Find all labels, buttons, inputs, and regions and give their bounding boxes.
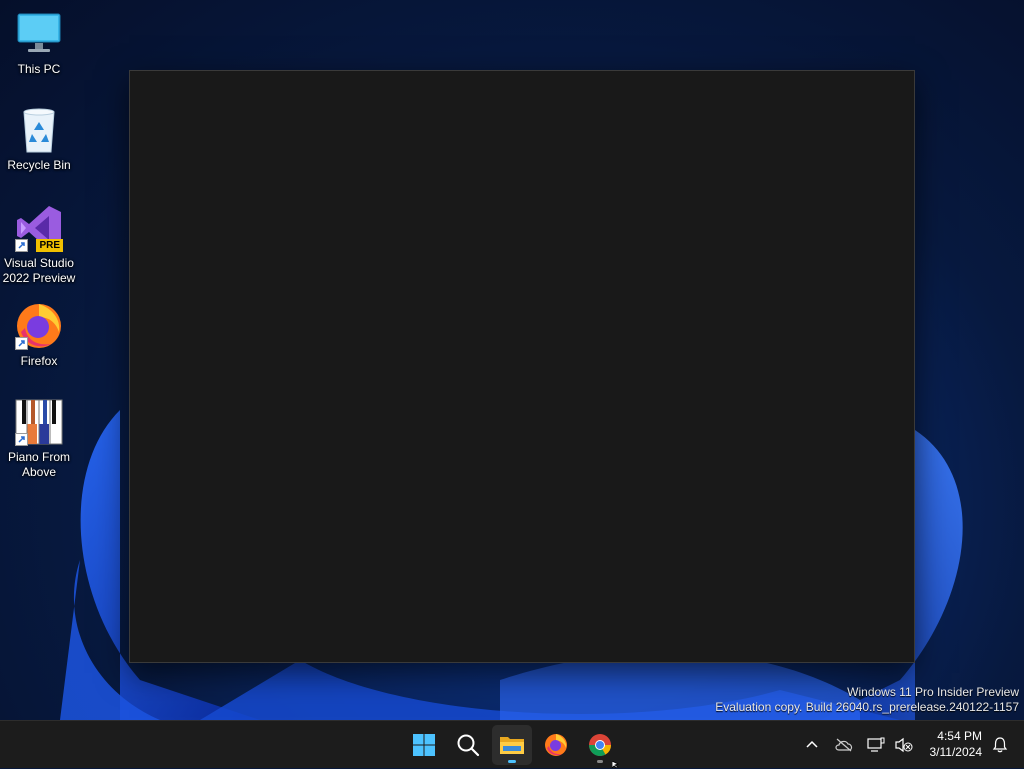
evaluation-watermark: Windows 11 Pro Insider Preview Evaluatio… <box>715 685 1019 715</box>
desktop-icon-label: Visual Studio 2022 Preview <box>2 256 76 285</box>
recycle-bin-icon <box>15 106 63 154</box>
desktop-icon-this-pc[interactable]: This PC <box>0 10 78 77</box>
chevron-up-icon <box>806 740 818 748</box>
desktop-icon-firefox[interactable]: Firefox <box>0 302 78 369</box>
show-hidden-icons-button[interactable] <box>798 731 826 759</box>
network-icon <box>867 737 885 752</box>
search-icon <box>457 734 480 757</box>
taskbar-firefox[interactable] <box>536 725 576 765</box>
desktop-icon-recycle-bin[interactable]: Recycle Bin <box>0 106 78 173</box>
taskbar-chrome[interactable] <box>580 725 620 765</box>
onedrive-icon <box>835 738 853 752</box>
system-tray <box>798 721 918 769</box>
volume-tray-button[interactable] <box>890 731 918 759</box>
piano-icon <box>15 398 63 446</box>
volume-muted-icon <box>895 737 913 753</box>
firefox-icon <box>15 302 63 350</box>
network-tray-button[interactable] <box>862 731 890 759</box>
desktop-icon-label: Piano From Above <box>7 450 71 479</box>
watermark-build: Evaluation copy. Build 26040.rs_prerelea… <box>715 700 1019 714</box>
shortcut-arrow-icon <box>15 337 28 350</box>
chrome-icon <box>589 734 611 756</box>
taskbar-file-explorer[interactable] <box>492 725 532 765</box>
windows-start-icon <box>413 734 435 756</box>
clock-time: 4:54 PM <box>937 729 982 743</box>
start-button[interactable] <box>404 725 444 765</box>
desktop-icon-label: This PC <box>17 62 61 76</box>
clock-date: 3/11/2024 <box>929 745 983 759</box>
taskbar-clock[interactable]: 4:54 PM 3/11/2024 <box>930 728 983 760</box>
watermark-edition: Windows 11 Pro Insider Preview <box>847 685 1019 699</box>
blank-app-window[interactable] <box>129 70 915 663</box>
shortcut-arrow-icon <box>15 239 28 252</box>
desktop-icon-piano-from-above[interactable]: Piano From Above <box>0 398 78 480</box>
search-button[interactable] <box>448 725 488 765</box>
mouse-cursor-icon <box>612 761 620 768</box>
preview-badge: PRE <box>36 239 63 252</box>
desktop-icon-label: Firefox <box>20 354 58 368</box>
running-indicator <box>597 760 603 763</box>
desktop-icon-visual-studio[interactable]: PRE Visual Studio 2022 Preview <box>0 204 78 286</box>
monitor-icon <box>15 10 63 58</box>
file-explorer-icon <box>500 737 524 754</box>
visual-studio-icon: PRE <box>15 204 63 252</box>
shortcut-arrow-icon <box>15 433 28 446</box>
bell-icon <box>992 737 1008 753</box>
notification-center-button[interactable] <box>990 735 1010 755</box>
desktop-icon-label: Recycle Bin <box>7 158 71 172</box>
onedrive-tray-button[interactable] <box>830 731 858 759</box>
firefox-icon <box>545 734 567 756</box>
running-indicator <box>508 760 516 763</box>
taskbar: 4:54 PM 3/11/2024 <box>0 720 1024 768</box>
